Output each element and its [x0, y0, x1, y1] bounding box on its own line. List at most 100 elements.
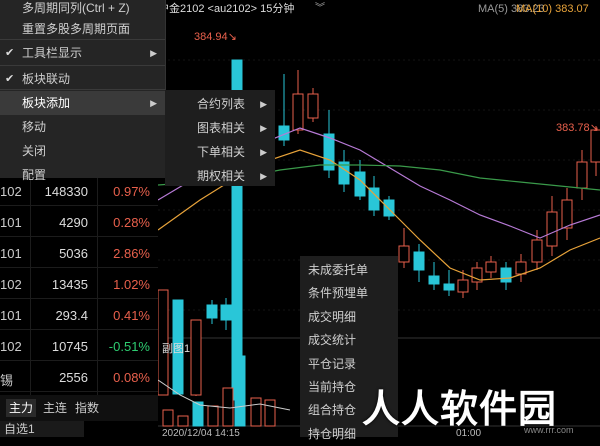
column-divider	[97, 178, 98, 395]
volume-bar	[177, 415, 189, 427]
trade-menu-item-label: 组合持仓	[308, 403, 357, 418]
volume-bar	[250, 397, 262, 427]
quote-price: 2556	[59, 370, 88, 385]
menu-separator	[0, 65, 165, 66]
contract-tabs: 主力 主连 指数	[0, 395, 158, 421]
quote-code: 101	[0, 246, 22, 261]
candle	[576, 150, 588, 200]
chevron-down-icon[interactable]: ︾	[315, 0, 325, 18]
trade-menu-item-label: 未成委托单	[308, 263, 369, 277]
menu-item-label: 工具栏显示	[22, 46, 83, 60]
volume-bar	[264, 399, 276, 427]
candle	[428, 262, 440, 290]
tab-continuous[interactable]: 主连	[40, 399, 70, 417]
menu-item[interactable]: ✔ 板块联动	[0, 67, 165, 91]
quote-row[interactable]: 102 10745 -0.51%	[0, 333, 158, 361]
volume-bar	[162, 409, 174, 427]
candle	[485, 256, 497, 278]
candle	[190, 319, 202, 396]
submenu-item[interactable]: 合约列表 ▶	[165, 92, 275, 116]
quote-change: 1.02%	[113, 277, 150, 292]
context-menu: 多周期同列(Ctrl + Z) 重置多股多周期页面 ✔ 工具栏显示 ▶ ✔ 板块联动 板块添加…	[0, 0, 166, 182]
chevron-right-icon: ▶	[260, 171, 267, 181]
quote-change: -0.51%	[108, 339, 150, 354]
tab-index[interactable]: 指数	[72, 399, 102, 417]
menu-item[interactable]: 移动	[0, 115, 165, 139]
submenu-item-label: 期权相关	[197, 169, 246, 183]
trade-menu-item[interactable]: 条件预埋单	[300, 281, 398, 305]
trade-menu-item-label: 平仓记录	[308, 356, 357, 371]
tab-main[interactable]: 主力	[6, 399, 37, 417]
menu-item[interactable]: 配置	[0, 163, 165, 187]
trade-menu-item[interactable]: 平仓记录	[300, 352, 398, 376]
check-icon: ✔	[5, 47, 15, 59]
quote-price: 5036	[59, 246, 88, 261]
quote-code: 102	[0, 277, 22, 292]
candle	[546, 196, 558, 256]
chevron-right-icon: ▶	[260, 123, 267, 133]
menu-item-label: 移动	[22, 120, 47, 134]
chevron-right-icon: ▶	[150, 48, 157, 58]
candle	[471, 262, 483, 290]
menu-item[interactable]: ✔ 工具栏显示 ▶	[0, 41, 165, 65]
ma10-label: MA(10) 383.07	[516, 3, 589, 15]
menu-item-label: 板块联动	[22, 72, 71, 86]
trade-menu-item[interactable]: 成交明细	[300, 305, 398, 329]
candle	[368, 176, 380, 216]
quote-row[interactable]: 锡 2556 0.08%	[0, 364, 158, 392]
menu-item-label: 重置多股多周期页面	[22, 22, 131, 36]
trade-menu-item[interactable]: 未成委托单	[300, 258, 398, 282]
volume-bar	[234, 355, 246, 427]
quote-change: 0.28%	[113, 215, 150, 230]
submenu-item[interactable]: 下单相关 ▶	[165, 140, 275, 164]
quote-row[interactable]: 101 4290 0.28%	[0, 209, 158, 237]
trade-menu-item-label: 当前持仓	[308, 380, 357, 394]
volume-bar	[207, 405, 219, 427]
subchart-title: 副图1	[162, 343, 191, 355]
quote-row[interactable]: 101 5036 2.86%	[0, 240, 158, 268]
candle	[292, 70, 304, 134]
candle	[500, 262, 512, 290]
candle	[220, 298, 232, 330]
trade-menu-item[interactable]: 成交统计	[300, 328, 398, 352]
chevron-right-icon: ▶	[260, 147, 267, 157]
high-price-label: 384.94↘	[194, 31, 237, 43]
column-divider	[30, 178, 31, 395]
menu-item-label: 关闭	[22, 144, 47, 158]
quote-list: 102 148330 0.97% 101 4290 0.28% 101 5036 2.86% 10…	[0, 178, 158, 395]
quote-price: 293.4	[55, 308, 88, 323]
trade-menu-item-label: 成交明细	[308, 309, 357, 324]
candle	[323, 110, 335, 178]
chevron-right-icon: ▶	[260, 99, 267, 109]
menu-item[interactable]: 板块添加 ▶	[0, 91, 165, 115]
candle	[413, 244, 425, 282]
check-icon: ✔	[5, 73, 15, 85]
candle	[561, 188, 573, 240]
quote-row[interactable]: 102 13435 1.02%	[0, 271, 158, 299]
menu-separator	[0, 89, 165, 90]
submenu-item-label: 下单相关	[197, 145, 246, 159]
quote-code: 101	[0, 308, 22, 323]
candle	[307, 88, 319, 122]
chevron-right-icon: ▶	[150, 98, 157, 108]
quote-change: 0.41%	[113, 308, 150, 323]
candle	[443, 270, 455, 296]
trade-menu-item-label: 持仓明细	[308, 426, 357, 441]
submenu-item-label: 图表相关	[197, 121, 246, 135]
submenu-item[interactable]: 图表相关 ▶	[165, 116, 275, 140]
submenu-item[interactable]: 期权相关 ▶	[165, 164, 275, 188]
quote-row[interactable]: 101 293.4 0.41%	[0, 302, 158, 330]
menu-item[interactable]: 关闭	[0, 139, 165, 163]
date-label: 2020/12/04 14:15	[162, 428, 240, 439]
menu-item-label: 配置	[22, 168, 47, 182]
menu-item[interactable]: 重置多股多周期页面	[0, 17, 165, 41]
right-price-label: 383.78↘	[556, 122, 599, 134]
quote-price: 4290	[59, 215, 88, 230]
quote-price: 13435	[51, 277, 88, 292]
candle	[383, 196, 395, 220]
menu-separator	[0, 39, 165, 40]
watchlist-tab[interactable]: 自选1	[0, 421, 84, 437]
quote-code: 锡	[0, 373, 14, 388]
symbol-title: 沪金2102 <au2102> 15分钟	[158, 3, 295, 15]
candle	[515, 254, 527, 282]
